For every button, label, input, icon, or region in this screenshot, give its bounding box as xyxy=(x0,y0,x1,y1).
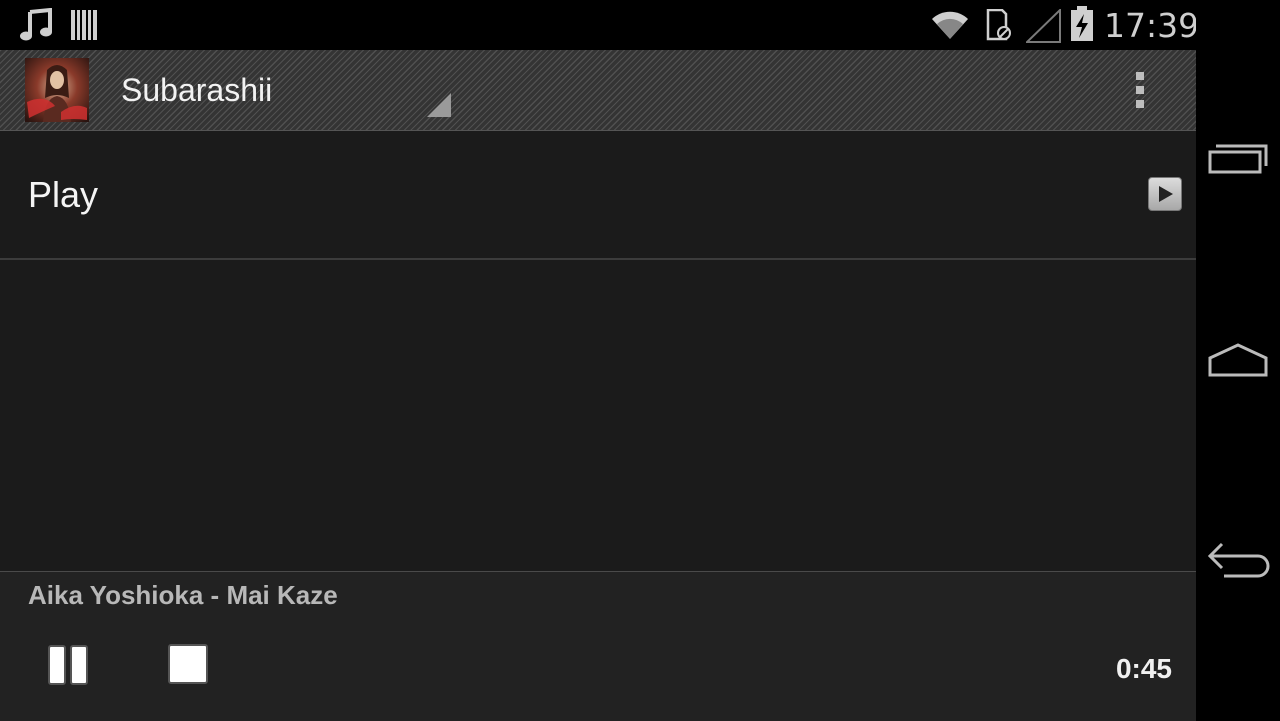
elapsed-time: 0:45 xyxy=(1115,653,1172,684)
playlist-title[interactable]: Subarashii xyxy=(121,72,272,109)
sd-card-blocked-icon xyxy=(986,9,1011,41)
status-bar: 17:39 xyxy=(0,0,1200,50)
recent-apps-icon[interactable] xyxy=(1196,110,1280,210)
barcode-icon xyxy=(71,10,97,40)
now-playing-bar: Aika Yoshioka - Mai Kaze 0:45 xyxy=(0,571,1196,721)
music-note-icon xyxy=(20,8,52,41)
back-icon[interactable] xyxy=(1196,510,1280,610)
spinner-dropdown-icon[interactable] xyxy=(427,93,451,117)
play-icon[interactable] xyxy=(1148,177,1182,211)
overflow-menu-icon[interactable] xyxy=(1124,64,1156,116)
list-item[interactable]: Play xyxy=(0,130,1196,260)
clock: 17:39 xyxy=(1104,6,1200,45)
signal-icon xyxy=(1026,9,1061,43)
stop-icon[interactable] xyxy=(168,644,208,684)
pause-icon[interactable] xyxy=(48,645,88,685)
album-art-thumbnail[interactable] xyxy=(25,58,89,122)
wifi-icon xyxy=(932,11,968,39)
home-icon[interactable] xyxy=(1196,310,1280,410)
navigation-bar xyxy=(1196,0,1280,720)
action-bar: Subarashii xyxy=(0,50,1196,131)
track-title: Aika Yoshioka - Mai Kaze xyxy=(28,580,338,610)
battery-charging-icon xyxy=(1071,6,1093,41)
list-item-label: Play xyxy=(28,174,99,215)
app-screen: Subarashii Play Aika Yoshioka - Mai Kaze… xyxy=(0,50,1196,721)
